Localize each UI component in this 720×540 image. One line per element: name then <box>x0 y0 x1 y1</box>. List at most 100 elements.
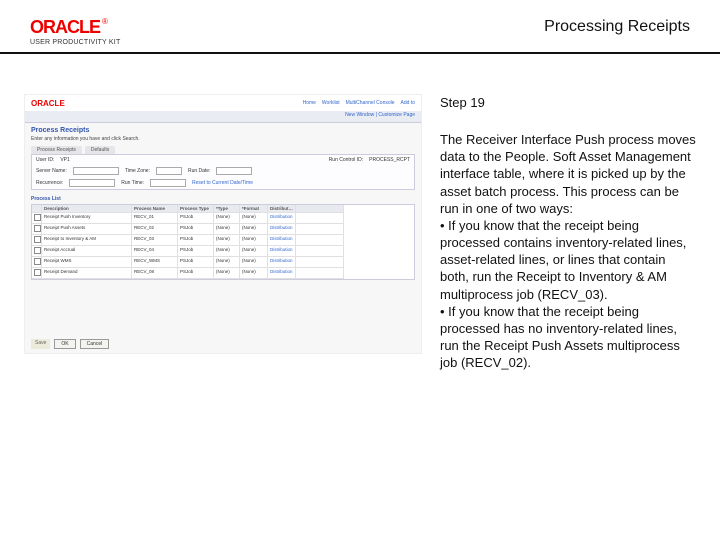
tab-defaults[interactable]: Defaults <box>85 146 115 154</box>
col-desc: Description <box>42 205 132 213</box>
row-dist[interactable]: Distribution <box>268 257 296 268</box>
reset-link[interactable]: Reset to Current Date/Time <box>192 180 253 186</box>
table-row: Receipt AccrualRECV_04PSJob(None)(None)D… <box>32 246 414 257</box>
logo-subtitle: USER PRODUCTIVITY KIT <box>30 39 120 46</box>
timezone-label: Time Zone: <box>125 168 150 174</box>
row-desc: Receipt Demand <box>42 268 132 279</box>
row-ptype: PSJob <box>178 213 214 224</box>
nav-multichannel[interactable]: MultiChannel Console <box>346 100 395 106</box>
row-type[interactable]: (None) <box>214 257 240 268</box>
shot-topbar: ORACLE Home Worklist MultiChannel Consol… <box>25 95 421 111</box>
runcontrol-label: Run Control ID: <box>329 157 363 163</box>
row-dist[interactable]: Distribution <box>268 246 296 257</box>
row-checkbox[interactable] <box>32 268 42 279</box>
logo-registered: ® <box>102 17 108 26</box>
row-pad <box>296 235 344 246</box>
body-p1: The Receiver Interface Push process move… <box>440 131 696 217</box>
table-row: Receipt Push InventoryRECV_01PSJob(None)… <box>32 213 414 224</box>
grid-title: Process List <box>25 194 421 202</box>
rundate-label: Run Date: <box>188 168 211 174</box>
row-checkbox[interactable] <box>32 235 42 246</box>
row-ptype: PSJob <box>178 235 214 246</box>
logo-text: ORACLE <box>30 17 100 37</box>
row-desc: Receipt Push Inventory <box>42 213 132 224</box>
row-format[interactable]: (None) <box>240 235 268 246</box>
col-name: Process Name <box>132 205 178 213</box>
row-dist[interactable]: Distribution <box>268 224 296 235</box>
col-ptype: Process Type <box>178 205 214 213</box>
row-checkbox[interactable] <box>32 213 42 224</box>
cancel-button[interactable]: Cancel <box>80 339 110 349</box>
shot-nav: Home Worklist MultiChannel Console Add t… <box>303 100 415 106</box>
tab-process-receipts[interactable]: Process Receipts <box>31 146 82 154</box>
ok-button[interactable]: OK <box>54 339 75 349</box>
runtime-input[interactable] <box>150 179 186 187</box>
nav-worklist[interactable]: Worklist <box>322 100 340 106</box>
runcontrol-value: PROCESS_RCPT <box>369 157 410 163</box>
recurrence-select[interactable] <box>69 179 115 187</box>
row-type[interactable]: (None) <box>214 246 240 257</box>
row-name: RECV_WMS <box>132 257 178 268</box>
row-name: RECV_08 <box>132 268 178 279</box>
shot-subbar: New Window | Customize Page <box>25 111 421 123</box>
shot-page-title: Process Receipts <box>25 123 421 136</box>
row-ptype: PSJob <box>178 257 214 268</box>
row-dist[interactable]: Distribution <box>268 213 296 224</box>
user-label: User ID: <box>36 157 54 163</box>
shot-brand: ORACLE <box>31 99 65 108</box>
row-checkbox[interactable] <box>32 224 42 235</box>
col-select <box>32 205 42 213</box>
row-type[interactable]: (None) <box>214 268 240 279</box>
process-grid: Description Process Name Process Type *T… <box>31 204 415 280</box>
row-checkbox[interactable] <box>32 257 42 268</box>
step-label: Step 19 <box>440 94 696 111</box>
rundate-input[interactable] <box>216 167 252 175</box>
nav-home[interactable]: Home <box>303 100 316 106</box>
row-name: RECV_01 <box>132 213 178 224</box>
row-format[interactable]: (None) <box>240 268 268 279</box>
row-type[interactable]: (None) <box>214 213 240 224</box>
row-format[interactable]: (None) <box>240 224 268 235</box>
runtime-label: Run Time: <box>121 180 144 186</box>
row-ptype: PSJob <box>178 246 214 257</box>
shot-run-panel: User ID: VP1 Run Control ID: PROCESS_RCP… <box>31 154 415 190</box>
row-dist[interactable]: Distribution <box>268 235 296 246</box>
body-bullet1: • If you know that the receipt being pro… <box>440 217 696 303</box>
col-format: *Format <box>240 205 268 213</box>
row-type[interactable]: (None) <box>214 224 240 235</box>
server-select[interactable] <box>73 167 119 175</box>
row-type[interactable]: (None) <box>214 235 240 246</box>
nav-addto[interactable]: Add to <box>401 100 415 106</box>
content-row: ORACLE Home Worklist MultiChannel Consol… <box>0 54 720 381</box>
shot-page-sub: Enter any information you have and click… <box>25 136 421 146</box>
row-format[interactable]: (None) <box>240 257 268 268</box>
row-name: RECV_03 <box>132 235 178 246</box>
doc-title: Processing Receipts <box>544 18 690 36</box>
row-desc: Receipt to Inventory & AM <box>42 235 132 246</box>
row-pad <box>296 257 344 268</box>
col-spacer <box>296 205 344 213</box>
row-ptype: PSJob <box>178 224 214 235</box>
screenshot-mock: ORACLE Home Worklist MultiChannel Consol… <box>24 94 422 354</box>
table-row: Receipt Push AssetsRECV_02PSJob(None)(No… <box>32 224 414 235</box>
table-row: Receipt to Inventory & AMRECV_03PSJob(No… <box>32 235 414 246</box>
row-pad <box>296 268 344 279</box>
row-name: RECV_02 <box>132 224 178 235</box>
shot-tabs: Process Receipts Defaults <box>25 146 421 154</box>
row-format[interactable]: (None) <box>240 213 268 224</box>
shot-footer: Save OK Cancel <box>31 339 109 349</box>
row-dist[interactable]: Distribution <box>268 268 296 279</box>
row-format[interactable]: (None) <box>240 246 268 257</box>
row-desc: Receipt Accrual <box>42 246 132 257</box>
row-pad <box>296 224 344 235</box>
grid-header: Description Process Name Process Type *T… <box>32 205 414 213</box>
row-pad <box>296 246 344 257</box>
table-row: Receipt WMSRECV_WMSPSJob(None)(None)Dist… <box>32 257 414 268</box>
col-dist: Distribution <box>268 205 296 213</box>
timezone-input[interactable] <box>156 167 182 175</box>
save-button[interactable]: Save <box>31 339 50 349</box>
body-bullet2: • If you know that the receipt being pro… <box>440 303 696 372</box>
col-type: *Type <box>214 205 240 213</box>
row-checkbox[interactable] <box>32 246 42 257</box>
page-header: ORACLE® USER PRODUCTIVITY KIT Processing… <box>0 0 720 54</box>
